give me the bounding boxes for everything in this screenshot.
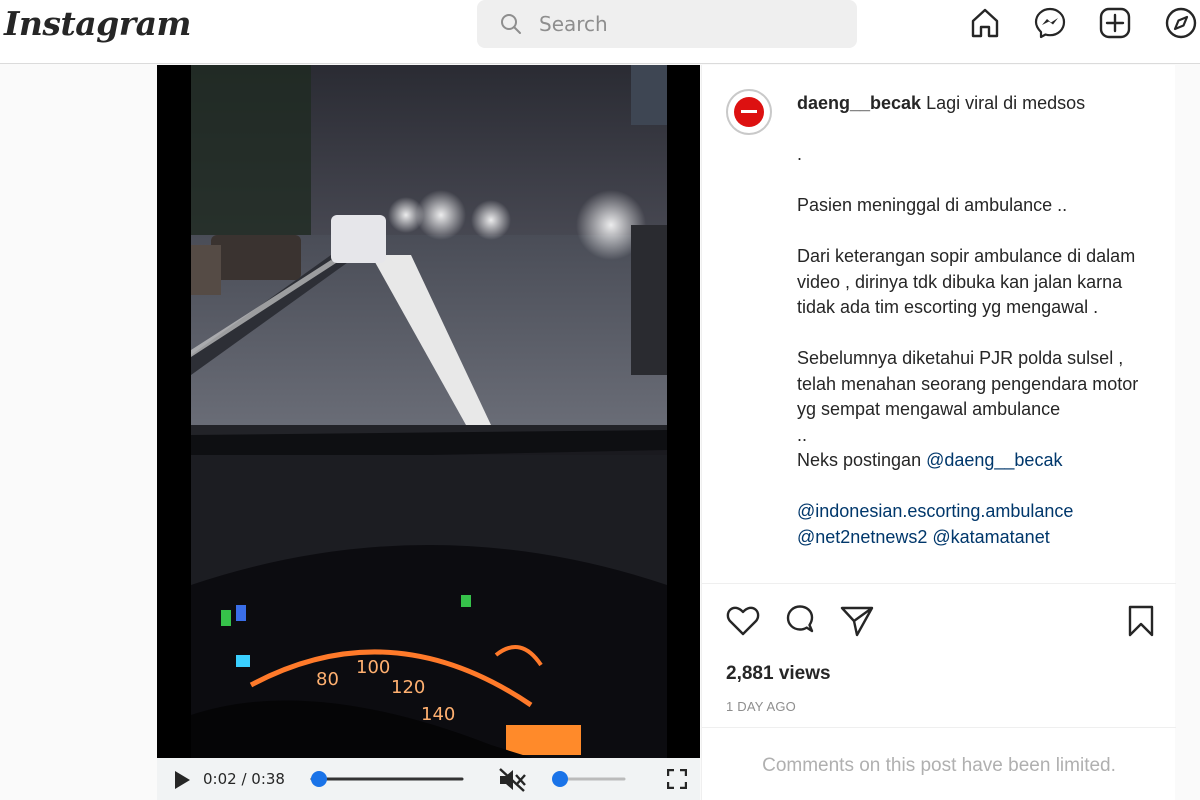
explore-icon[interactable] xyxy=(1164,6,1198,40)
save-bookmark-icon[interactable] xyxy=(1126,605,1156,637)
new-post-icon[interactable] xyxy=(1098,6,1132,40)
avatar-logo xyxy=(734,97,764,127)
video-frame[interactable]: 80 100 120 140 xyxy=(191,65,667,800)
svg-text:140: 140 xyxy=(421,704,455,725)
fullscreen-icon[interactable] xyxy=(667,769,687,789)
video-player[interactable]: 80 100 120 140 xyxy=(157,65,700,800)
play-icon[interactable] xyxy=(173,770,191,790)
search-icon xyxy=(501,14,521,34)
post-caption: daeng__becak Lagi viral di medsos . Pasi… xyxy=(797,91,1157,550)
like-heart-icon[interactable] xyxy=(726,605,760,637)
video-time: 0:02 / 0:38 xyxy=(203,770,285,788)
mention-link[interactable]: @katamatanet xyxy=(932,527,1049,547)
caption-body: . Pasien meninggal di ambulance .. Dari … xyxy=(797,144,1139,470)
mute-icon[interactable] xyxy=(497,767,527,793)
comment-icon[interactable] xyxy=(783,604,817,638)
mention-link[interactable]: @net2netnews2 xyxy=(797,527,927,547)
volume-slider[interactable] xyxy=(549,770,629,788)
share-icon[interactable] xyxy=(840,605,874,637)
comments-limited-notice: Comments on this post have been limited. xyxy=(762,755,1116,776)
avatar[interactable] xyxy=(726,89,772,135)
instagram-logo[interactable]: Instagram xyxy=(4,4,191,43)
top-navigation-bar: Instagram Search xyxy=(0,0,1200,64)
post-actions xyxy=(726,603,1156,639)
post-username[interactable]: daeng__becak xyxy=(797,93,921,113)
svg-text:120: 120 xyxy=(391,677,425,698)
caption-first-line: Lagi viral di medsos xyxy=(926,93,1086,113)
divider xyxy=(702,583,1176,584)
svg-text:100: 100 xyxy=(356,657,390,678)
post-detail-panel: daeng__becak Lagi viral di medsos . Pasi… xyxy=(701,65,1176,800)
mention-link[interactable]: @indonesian.escorting.ambulance xyxy=(797,501,1073,521)
divider xyxy=(702,727,1176,728)
home-icon[interactable] xyxy=(968,6,1002,40)
search-input[interactable]: Search xyxy=(477,0,857,48)
search-placeholder: Search xyxy=(539,12,608,36)
views-count[interactable]: 2,881 views xyxy=(726,663,831,685)
mention-link[interactable]: @daeng__becak xyxy=(926,450,1062,470)
svg-text:80: 80 xyxy=(316,669,339,690)
messenger-icon[interactable] xyxy=(1033,6,1067,40)
post-date[interactable]: 1 DAY AGO xyxy=(726,699,796,714)
video-still: 80 100 120 140 xyxy=(191,65,667,800)
progress-slider[interactable] xyxy=(307,770,467,788)
video-controls: 0:02 / 0:38 xyxy=(157,758,700,800)
